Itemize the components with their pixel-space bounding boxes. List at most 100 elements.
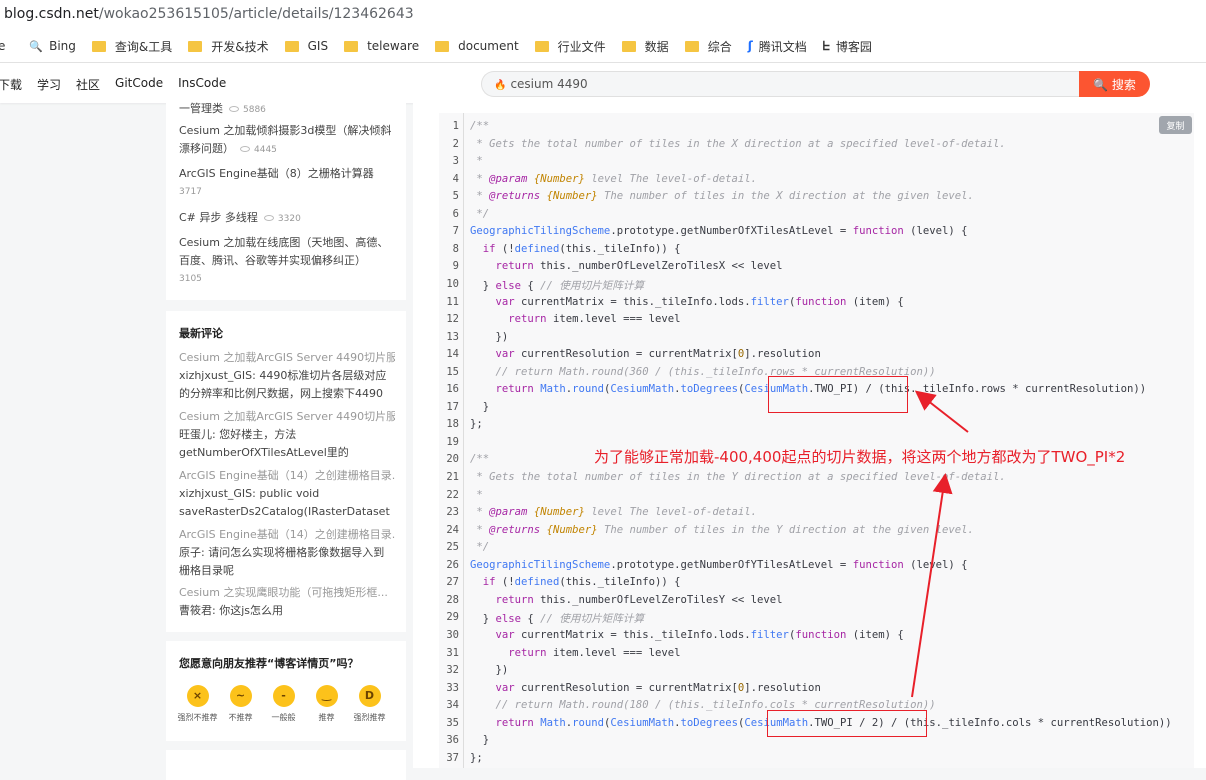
folder-icon [344, 40, 359, 52]
hot-articles-card: 一管理类 5886 Cesium 之加载倾斜摄影3d模型（解决倾斜漂移问题） 4445… [166, 100, 406, 300]
line-number: 19 [446, 435, 459, 448]
folder-icon [534, 40, 549, 52]
code-line: var currentMatrix = this._tileInfo.lods.… [495, 628, 904, 641]
copy-button[interactable]: 复制 [1159, 116, 1192, 134]
bookmark-3[interactable]: 开发&技术 [188, 30, 269, 62]
bookmark-5[interactable]: teleware [344, 30, 420, 62]
comment-item[interactable]: Cesium 之实现鹰眼功能（可拖拽矩形框... 曹筱君: 你这js怎么用 [179, 584, 395, 620]
bookmark-6[interactable]: document [435, 30, 519, 62]
comment-item[interactable]: ArcGIS Engine基础（14）之创建栅格目录... 原子: 请问怎么实现将… [179, 526, 395, 580]
recommend-card: 您愿意向朋友推荐“博客详情页”吗？ × 强烈不推荐 ~ 不推荐 - 一般般 ‿ 推荐 D 强烈推荐 [166, 641, 406, 741]
search-input[interactable]: 🔥 cesium 4490 [481, 71, 1079, 97]
emoji-face-icon: D [358, 685, 381, 707]
comment-body: 原子: 请问怎么实现将栅格影像数据导入到栅格目录呢 [179, 546, 385, 577]
code-line: GeographicTilingScheme.prototype.getNumb… [470, 558, 968, 571]
hot-article-title: ArcGIS Engine基础（8）之栅格计算器 [179, 167, 374, 180]
fire-icon: 🔥 [494, 80, 507, 91]
line-number: 15 [446, 365, 459, 378]
bookmark-10[interactable]: ʃ 腾讯文档 [748, 30, 807, 62]
hot-article-title: Cesium 之加载在线底图（天地图、高德、百度、腾讯、谷歌等并实现偏移纠正） [179, 236, 389, 267]
view-count: 3105 [179, 270, 395, 288]
folder-icon [188, 40, 203, 52]
comment-body: 旺蛋儿: 您好楼主，方法getNumberOfXTilesAtLevel里的 t… [179, 428, 349, 459]
emoji-face-icon: - [272, 685, 295, 707]
recommend-option-label: 一般般 [271, 713, 296, 722]
comment-article-title[interactable]: Cesium 之实现鹰眼功能（可拖拽矩形框... [179, 584, 395, 602]
bookmark-label: e [0, 39, 5, 53]
comment-article-title[interactable]: ArcGIS Engine基础（14）之创建栅格目录... [179, 467, 395, 485]
emoji-face-icon: ‿ [315, 685, 338, 707]
recommend-option-label: 不推荐 [228, 713, 253, 722]
bookmark-2[interactable]: 查询&工具 [91, 30, 173, 62]
line-number: 7 [452, 225, 459, 238]
bookmark-4[interactable]: GIS [284, 30, 328, 62]
comment-item[interactable]: Cesium 之加载ArcGIS Server 4490切片服... xizhjx… [179, 349, 395, 403]
code-line: } [470, 734, 490, 747]
code-line: * [470, 155, 483, 168]
bookmark-label: teleware [367, 39, 420, 53]
folder-icon [91, 40, 106, 52]
comment-article-title[interactable]: ArcGIS Engine基础（14）之创建栅格目录... [179, 526, 395, 544]
bookmark-9[interactable]: 综合 [684, 30, 732, 62]
nav-item-2[interactable]: 社区 [76, 76, 100, 93]
search-button-label: 搜索 [1111, 78, 1136, 92]
latest-comments-card: 最新评论 Cesium 之加载ArcGIS Server 4490切片服... x… [166, 311, 406, 632]
nav-item-3[interactable]: GitCode [115, 76, 163, 93]
folder-icon [684, 40, 699, 52]
bookmark-11[interactable]: ᖶ 博客园 [823, 30, 872, 62]
code-line: }; [470, 751, 483, 764]
comment-article-title[interactable]: Cesium 之加载ArcGIS Server 4490切片服... [179, 349, 395, 367]
bookmark-label: 数据 [644, 39, 669, 54]
recommend-option-2[interactable]: - 一般般 [262, 685, 305, 723]
comment-article-title[interactable]: Cesium 之加载ArcGIS Server 4490切片服... [179, 408, 395, 426]
search-button[interactable]: 🔍 搜索 [1079, 71, 1150, 97]
code-line: }) [470, 330, 509, 343]
site-nav: 下载 学习 社区 GitCode InsCode [0, 76, 241, 93]
bookmark-label: 博客园 [835, 39, 872, 54]
code-line: */ [470, 207, 490, 220]
comment-item[interactable]: Cesium 之加载ArcGIS Server 4490切片服... 旺蛋儿: 您… [179, 408, 395, 462]
line-number: 33 [446, 681, 459, 694]
recommend-option-4[interactable]: D 强烈推荐 [348, 685, 391, 723]
hot-article-3[interactable]: C# 异步 多线程 3320 [179, 209, 395, 228]
bookmark-label: 查询&工具 [114, 39, 173, 54]
highlight-box-1 [768, 376, 908, 413]
bookmark-1[interactable]: 🔍 Bing [29, 30, 76, 62]
line-number: 27 [446, 576, 459, 589]
line-number: 17 [446, 400, 459, 413]
nav-item-1[interactable]: 学习 [37, 76, 61, 93]
search-icon: 🔍 [29, 39, 44, 53]
bookmark-8[interactable]: 数据 [621, 30, 669, 62]
hot-article-4[interactable]: Cesium 之加载在线底图（天地图、高德、百度、腾讯、谷歌等并实现偏移纠正） 3… [179, 234, 395, 288]
code-line: } [470, 400, 490, 413]
search-placeholder: cesium 4490 [510, 77, 588, 91]
line-number: 37 [446, 751, 459, 764]
code-line: return item.level === level [508, 646, 681, 659]
line-number: 23 [446, 506, 459, 519]
code-line: if (!defined(this._tileInfo)) { [482, 242, 681, 255]
hot-article-0[interactable]: 一管理类 5886 [179, 100, 395, 119]
bookmark-label: document [458, 39, 519, 53]
hot-article-2[interactable]: ArcGIS Engine基础（8）之栅格计算器 3717 [179, 165, 395, 201]
recommend-options: × 强烈不推荐 ~ 不推荐 - 一般般 ‿ 推荐 D 强烈推荐 [176, 685, 391, 723]
search-icon: 🔍 [1093, 78, 1109, 92]
address-bar[interactable]: blog.csdn.net/wokao253615105/article/det… [0, 0, 1206, 30]
bookmark-7[interactable]: 行业文件 [534, 30, 606, 62]
line-number: 12 [446, 313, 459, 326]
code-line: } else { // 使用切片矩阵计算 [470, 279, 645, 292]
folder-icon [621, 40, 636, 52]
recommend-option-label: 强烈推荐 [353, 713, 386, 722]
comment-item[interactable]: ArcGIS Engine基础（14）之创建栅格目录... xizhjxust_G… [179, 467, 395, 521]
code-line: * Gets the total number of tiles in the … [470, 471, 1006, 483]
nav-item-0[interactable]: 下载 [0, 76, 22, 93]
line-number: 34 [446, 699, 459, 712]
bookmark-label: Bing [49, 39, 76, 53]
bookmark-label: 综合 [707, 39, 732, 54]
nav-item-4[interactable]: InsCode [178, 76, 226, 93]
recommend-option-3[interactable]: ‿ 推荐 [305, 685, 348, 723]
code-line: * @returns {Number} The number of tiles … [470, 523, 974, 536]
hot-article-1[interactable]: Cesium 之加载倾斜摄影3d模型（解决倾斜漂移问题） 4445 [179, 122, 395, 159]
recommend-option-1[interactable]: ~ 不推荐 [219, 685, 262, 723]
recommend-option-0[interactable]: × 强烈不推荐 [176, 685, 219, 723]
bookmark-0[interactable]: e [0, 30, 5, 62]
